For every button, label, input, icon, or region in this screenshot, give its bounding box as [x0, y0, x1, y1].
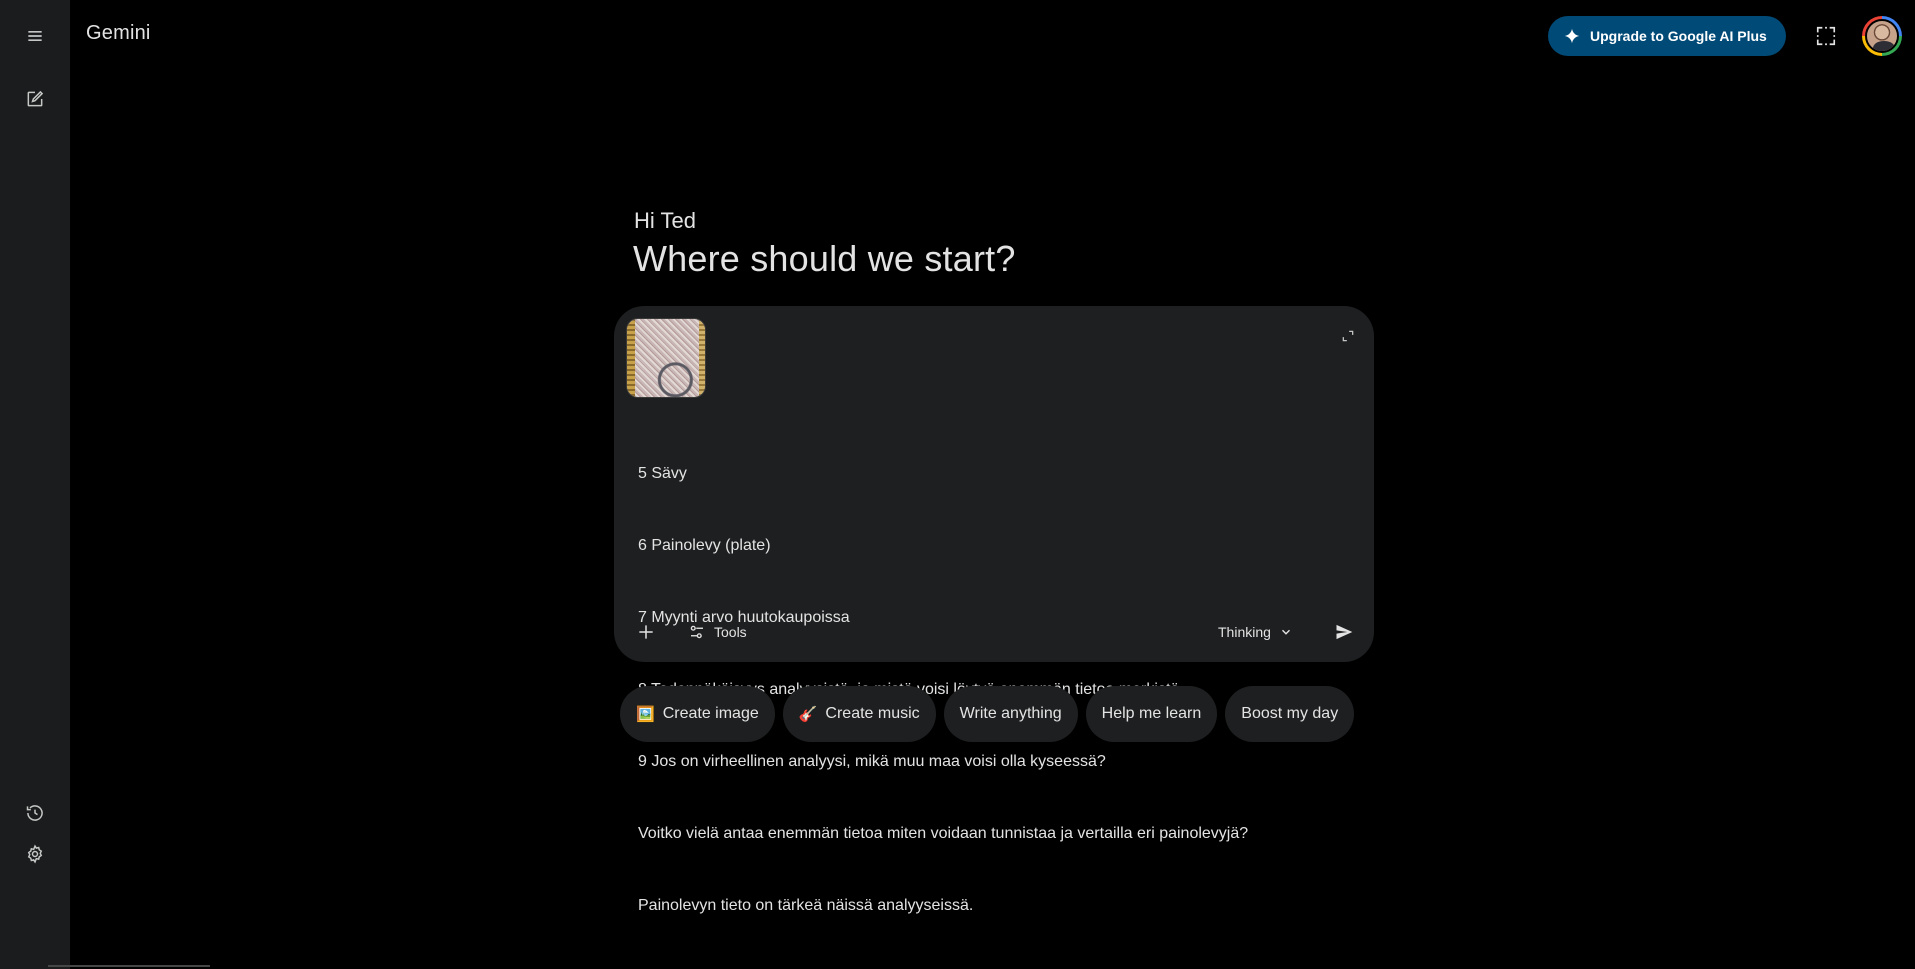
history-icon [26, 805, 43, 821]
screenshot-button[interactable] [1806, 16, 1846, 56]
chip-create-music[interactable]: 🎸 Create music [782, 686, 936, 742]
main-menu-button[interactable] [15, 16, 55, 56]
chip-help-me-learn[interactable]: Help me learn [1085, 686, 1218, 742]
add-files-button[interactable] [626, 612, 666, 652]
prompt-line: 9 Jos on virheellinen analyysi, mikä muu… [638, 753, 1106, 770]
chip-label: Create image [662, 705, 759, 722]
account-avatar[interactable] [1862, 16, 1902, 56]
prompt-line: Painolevyn tieto on tärkeä näissä analyy… [638, 897, 974, 914]
settings-button[interactable] [15, 834, 55, 874]
gear-icon [27, 844, 43, 864]
tools-label: Tools [714, 624, 747, 640]
chip-label: Create music [825, 705, 920, 722]
model-label: Thinking [1218, 624, 1271, 640]
side-rail [0, 0, 70, 969]
prompt-line: 6 Painolevy (plate) [638, 537, 771, 554]
chip-label: Write anything [959, 705, 1062, 722]
tools-sliders-icon [690, 625, 703, 639]
upgrade-button[interactable]: Upgrade to Google AI Plus [1548, 16, 1786, 56]
chip-label: Boost my day [1241, 705, 1339, 722]
chip-label: Help me learn [1101, 705, 1202, 722]
gemini-app: Gemini Upgrade to Google AI Plus Hi Ted … [0, 0, 1915, 969]
greeting-name: Hi Ted [634, 208, 696, 233]
prompt-line: 5 Sävy [638, 465, 687, 482]
edit-square-icon [27, 90, 44, 107]
prompt-composer: 5 Sävy 6 Painolevy (plate) 7 Myynti arvo… [614, 306, 1374, 914]
picture-emoji-icon: 🖼️ [636, 706, 655, 723]
guitar-emoji-icon: 🎸 [798, 706, 818, 723]
prompt-line: Voitko vielä antaa enemmän tietoa miten … [638, 825, 1249, 842]
app-title[interactable]: Gemini [86, 22, 151, 45]
activity-button[interactable] [15, 793, 55, 833]
plus-icon [639, 625, 653, 639]
sparkle-icon [1564, 28, 1580, 44]
bottom-divider [48, 965, 210, 967]
tools-button[interactable]: Tools [676, 612, 759, 652]
upgrade-label: Upgrade to Google AI Plus [1590, 28, 1767, 44]
hamburger-menu-icon [28, 31, 42, 41]
chip-write-anything[interactable]: Write anything [943, 686, 1078, 742]
expand-icon [1342, 330, 1354, 342]
new-chat-button[interactable] [15, 79, 55, 119]
attached-image-thumbnail[interactable] [626, 318, 706, 398]
chip-create-image[interactable]: 🖼️ Create image [620, 686, 775, 742]
greeting-headline: Where should we start? [633, 238, 1016, 279]
avatar-photo [1865, 19, 1899, 53]
chip-boost-my-day[interactable]: Boost my day [1225, 686, 1355, 742]
expand-composer-button[interactable] [1332, 320, 1364, 352]
send-icon [1336, 624, 1353, 640]
suggestion-chips: 🖼️ Create image 🎸 Create music Write any… [620, 686, 1355, 742]
screenshot-frame-icon [1816, 26, 1836, 46]
send-button[interactable] [1324, 612, 1364, 652]
chevron-down-icon [1281, 629, 1290, 635]
model-selector[interactable]: Thinking [1208, 612, 1303, 652]
